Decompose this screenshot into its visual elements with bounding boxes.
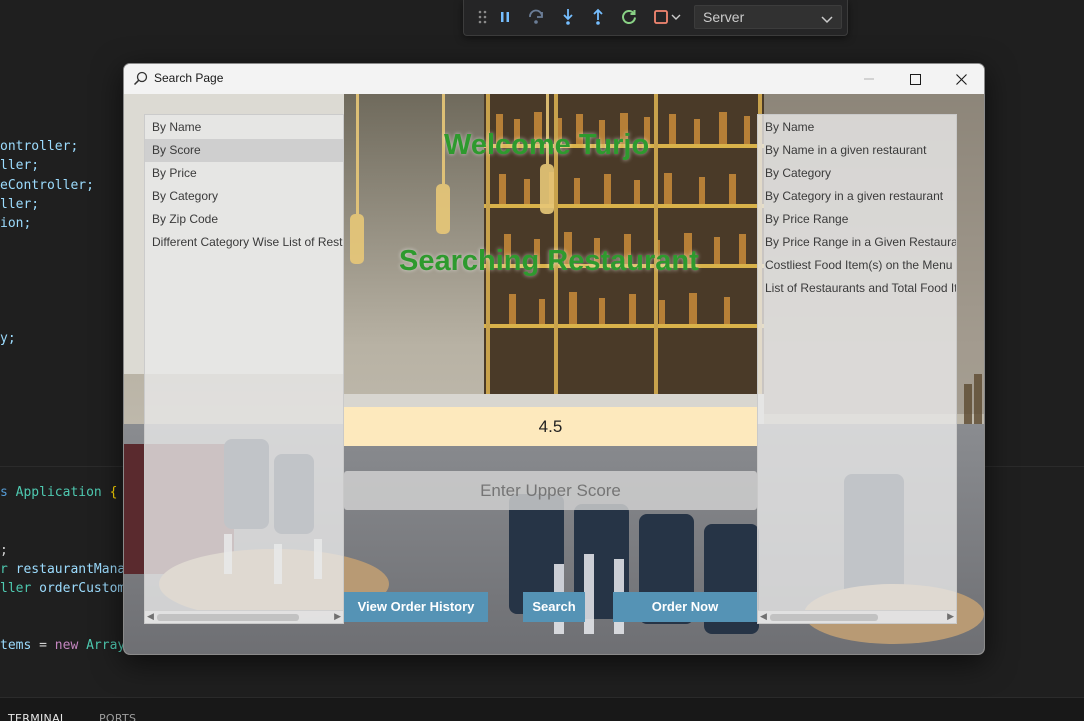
code-token: s: [0, 485, 8, 500]
code-line: ;: [0, 543, 8, 558]
window-title: Search Page: [154, 71, 224, 85]
lower-score-input[interactable]: [344, 407, 757, 446]
view-order-history-button[interactable]: View Order History: [344, 592, 488, 622]
search-button[interactable]: Search: [523, 592, 585, 622]
debug-target-label: Server: [703, 9, 745, 25]
code-token: Application: [15, 485, 102, 500]
list-item[interactable]: By Zip Code: [145, 208, 343, 231]
pause-icon[interactable]: [494, 6, 516, 28]
debug-target-select[interactable]: Server: [694, 5, 842, 29]
code-line: ion;: [0, 216, 31, 231]
code-token: new: [54, 638, 79, 653]
code-line: y;: [0, 331, 16, 346]
code-token: orderCustom: [39, 581, 126, 596]
code-token: ller;: [0, 158, 40, 173]
code-token: ller;: [0, 197, 40, 212]
code-line: s Application {: [0, 485, 117, 500]
code-line: eController;: [0, 178, 94, 193]
step-over-icon[interactable]: [525, 6, 547, 28]
restaurant-query-list[interactable]: By Name By Name in a given restaurant By…: [757, 114, 957, 624]
code-token: Array: [86, 638, 126, 653]
list-item[interactable]: By Category in a given restaurant: [758, 185, 956, 208]
list-item[interactable]: By Category: [758, 162, 956, 185]
maximize-button[interactable]: [892, 64, 938, 94]
welcome-heading: Welcome Turjo: [444, 129, 650, 161]
code-token: eController;: [0, 178, 94, 193]
list-item[interactable]: Different Category Wise List of Resta: [145, 231, 343, 254]
window-titlebar[interactable]: Search Page: [124, 64, 984, 94]
debug-toolbar: Server: [463, 0, 848, 36]
page-heading: Searching Restaurant: [399, 245, 699, 277]
code-line: tems = new Array: [0, 638, 125, 653]
list-item[interactable]: By Name: [145, 116, 343, 139]
window-content: By Name By Score By Price By Category By…: [124, 94, 984, 654]
list-item[interactable]: By Price Range in a Given Restaurant: [758, 231, 956, 254]
list-item[interactable]: By Score: [145, 139, 343, 162]
list-item[interactable]: By Name in a given restaurant: [758, 139, 956, 162]
scrollbar-thumb[interactable]: [157, 614, 299, 621]
code-token: restaurantMana: [15, 562, 126, 577]
list-item[interactable]: List of Restaurants and Total Food It: [758, 277, 956, 300]
list-item[interactable]: By Category: [145, 185, 343, 208]
step-out-icon[interactable]: [587, 6, 609, 28]
list-item[interactable]: Costliest Food Item(s) on the Menu i: [758, 254, 956, 277]
code-token: ontroller;: [0, 139, 79, 154]
code-token: ion;: [0, 216, 32, 231]
code-line: ontroller;: [0, 139, 78, 154]
code-line: ller orderCustom: [0, 581, 125, 596]
code-token: {: [109, 485, 118, 500]
code-token: ;: [0, 543, 8, 558]
tab-ports[interactable]: PORTS: [99, 712, 136, 721]
code-line: r restaurantMana: [0, 562, 125, 577]
upper-score-input[interactable]: [344, 471, 757, 510]
order-now-button[interactable]: Order Now: [613, 592, 757, 622]
code-line: ller;: [0, 158, 39, 173]
code-token: =: [39, 638, 47, 653]
scroll-left-icon[interactable]: ◀: [760, 612, 767, 622]
close-button[interactable]: [938, 64, 984, 94]
code-token: r: [0, 562, 8, 577]
scroll-right-icon[interactable]: ▶: [947, 612, 954, 622]
scrollbar-thumb[interactable]: [770, 614, 878, 621]
chevron-down-icon: [821, 10, 833, 32]
code-token: y;: [0, 331, 16, 346]
search-type-list[interactable]: By Name By Score By Price By Category By…: [144, 114, 344, 624]
scroll-left-icon[interactable]: ◀: [147, 612, 154, 622]
list-item[interactable]: By Price Range: [758, 208, 956, 231]
horizontal-scrollbar[interactable]: ◀ ▶: [145, 610, 343, 623]
list-item[interactable]: By Name: [758, 116, 956, 139]
chevron-down-icon[interactable]: [669, 6, 683, 28]
step-into-icon[interactable]: [557, 6, 579, 28]
code-token: ller: [0, 581, 32, 596]
code-line: ller;: [0, 197, 39, 212]
tab-terminal[interactable]: TERMINAL: [8, 712, 66, 721]
search-icon: [133, 71, 148, 90]
drag-handle-icon[interactable]: [472, 6, 494, 28]
scroll-right-icon[interactable]: ▶: [334, 612, 341, 622]
bottom-panel: TERMINAL PORTS: [0, 697, 1084, 721]
code-token: tems: [0, 638, 32, 653]
restart-icon[interactable]: [618, 6, 640, 28]
search-page-window: Search Page By Name By Score By Price By…: [123, 63, 985, 655]
list-item[interactable]: By Price: [145, 162, 343, 185]
minimize-button[interactable]: [846, 64, 892, 94]
horizontal-scrollbar[interactable]: ◀ ▶: [758, 610, 956, 623]
